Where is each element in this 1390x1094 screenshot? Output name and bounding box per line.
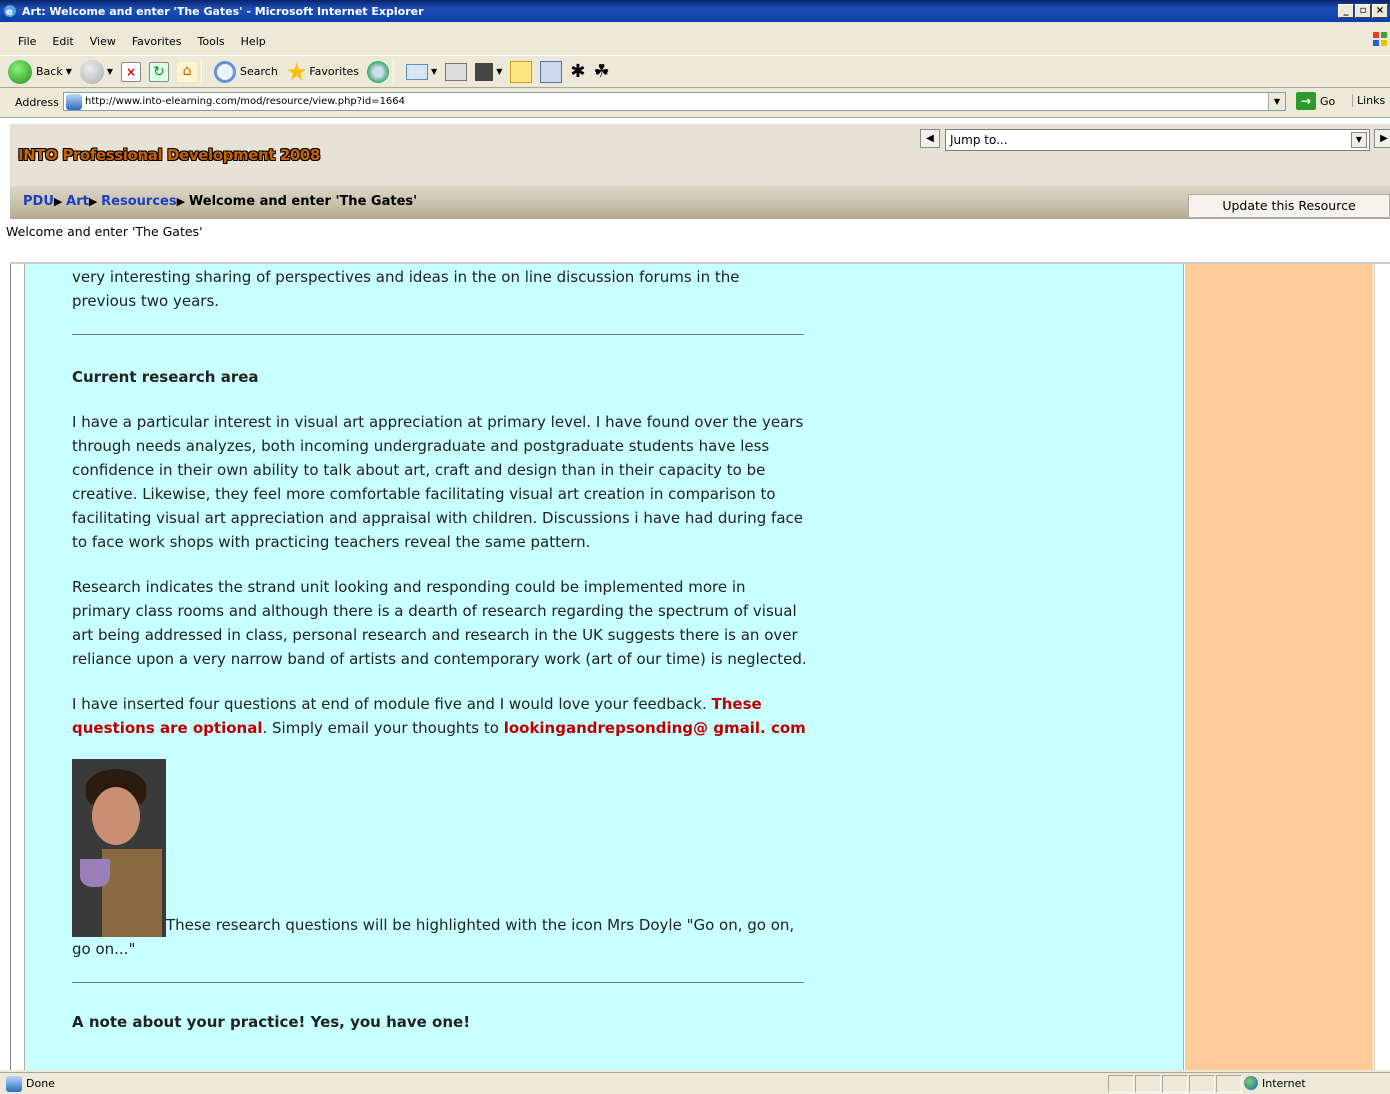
- search-button[interactable]: Search: [214, 60, 278, 83]
- paragraph-1: I have a particular interest in visual a…: [72, 413, 804, 551]
- breadcrumb-pdu[interactable]: PDU: [23, 194, 54, 209]
- jump-to-select[interactable]: Jump to... ▼: [945, 129, 1370, 151]
- breadcrumb-resources[interactable]: Resources: [101, 194, 176, 209]
- menu-file[interactable]: File: [0, 35, 44, 48]
- window-title: Art: Welcome and enter 'The Gates' - Mic…: [22, 4, 424, 18]
- back-button[interactable]: Back ▼: [8, 59, 72, 84]
- windows-flag-icon: [1372, 30, 1388, 48]
- messenger-icon[interactable]: ☘: [593, 61, 609, 82]
- content-area: very interesting sharing of perspectives…: [10, 264, 1390, 1070]
- page-icon: [66, 93, 82, 110]
- standard-toolbar: Back ▼ ▼ × ↻ ⌂ Search ★ Favorites ▼ ▼ ✱ …: [0, 55, 1390, 88]
- status-text: Done: [26, 1077, 55, 1090]
- forward-dropdown-icon[interactable]: ▼: [107, 67, 113, 76]
- favorites-star-icon: ★: [285, 57, 308, 86]
- security-zone: Internet: [1244, 1076, 1306, 1090]
- status-bar: Done Internet: [0, 1072, 1390, 1094]
- forward-arrow-icon: [79, 59, 104, 84]
- p3-mid: . Simply email your thoughts to: [262, 719, 504, 737]
- status-panels: [1108, 1075, 1243, 1093]
- title-bar: e Art: Welcome and enter 'The Gates' - M…: [0, 0, 1390, 22]
- menu-bar: File Edit View Favorites Tools Help: [0, 31, 274, 51]
- edit-icon[interactable]: [475, 62, 494, 81]
- links-button[interactable]: Links: [1352, 94, 1385, 107]
- breadcrumb-arrow-icon: ▶: [53, 195, 67, 208]
- edit-dropdown-icon[interactable]: ▼: [496, 67, 502, 76]
- navigation-bar: PDU▶ Art▶ Resources▶ Welcome and enter '…: [10, 186, 1390, 219]
- photo-paragraph: These research questions will be highlig…: [72, 759, 807, 961]
- menu-favorites[interactable]: Favorites: [124, 35, 190, 48]
- go-arrow-icon: →: [1296, 92, 1316, 110]
- photo-caption: These research questions will be highlig…: [72, 916, 795, 958]
- menu-view[interactable]: View: [82, 35, 124, 48]
- left-gutter: [10, 264, 25, 1070]
- cursor-tool-icon[interactable]: ✱: [570, 61, 585, 82]
- breadcrumb-current: Welcome and enter 'The Gates': [188, 194, 418, 209]
- page-viewport: INTO Professional Development 2008 ◀ Jum…: [0, 117, 1390, 1070]
- breadcrumb-arrow-icon: ▶: [176, 195, 189, 208]
- search-label: Search: [240, 65, 278, 78]
- mail-icon[interactable]: [406, 63, 429, 80]
- address-url[interactable]: http://www.into-elearning.com/mod/resour…: [85, 96, 405, 107]
- scrollbar[interactable]: [1374, 264, 1390, 1070]
- next-heading: A note about your practice! Yes, you hav…: [72, 1013, 471, 1031]
- zone-label: Internet: [1262, 1076, 1306, 1090]
- jump-dropdown-icon[interactable]: ▼: [1351, 132, 1367, 148]
- back-label: Back: [36, 65, 63, 78]
- ie-icon: e: [2, 3, 18, 19]
- horizontal-rule: [72, 982, 804, 983]
- paragraph-2: Research indicates the strand unit looki…: [72, 578, 807, 668]
- p3-text: I have inserted four questions at end of…: [72, 695, 712, 713]
- go-button[interactable]: → Go: [1296, 92, 1335, 110]
- section-heading: Current research area: [72, 368, 259, 386]
- resource-title: Welcome and enter 'The Gates': [6, 224, 203, 239]
- jump-previous-button[interactable]: ◀: [920, 129, 940, 148]
- email-link[interactable]: lookingandrepsonding@ gmail. com: [504, 719, 806, 737]
- stop-icon[interactable]: ×: [121, 61, 142, 82]
- research-icon[interactable]: [540, 60, 563, 83]
- go-label: Go: [1320, 94, 1336, 108]
- jump-next-button[interactable]: ▶: [1374, 129, 1390, 148]
- breadcrumb-art[interactable]: Art: [66, 194, 89, 209]
- article: very interesting sharing of perspectives…: [72, 264, 807, 1055]
- favorites-label: Favorites: [309, 65, 360, 78]
- jump-to-value: Jump to...: [950, 133, 1008, 147]
- note-icon[interactable]: [510, 60, 533, 83]
- favorites-button[interactable]: ★ Favorites: [285, 57, 360, 86]
- forward-button[interactable]: ▼: [79, 59, 113, 84]
- update-resource-button[interactable]: Update this Resource: [1188, 194, 1390, 218]
- back-dropdown-icon[interactable]: ▼: [66, 67, 72, 76]
- menu-help[interactable]: Help: [233, 35, 274, 48]
- internet-globe-icon: [1244, 1076, 1258, 1090]
- home-icon[interactable]: ⌂: [177, 61, 198, 82]
- svg-text:e: e: [6, 7, 13, 18]
- resource-frame: very interesting sharing of perspectives…: [25, 264, 1184, 1070]
- back-arrow-icon: [8, 59, 32, 84]
- paragraph-3: I have inserted four questions at end of…: [72, 692, 807, 740]
- breadcrumb-arrow-icon: ▶: [88, 195, 102, 208]
- menu-tools[interactable]: Tools: [190, 35, 233, 48]
- address-label: Address: [15, 95, 59, 109]
- intro-paragraph: very interesting sharing of perspectives…: [72, 268, 740, 310]
- search-icon: [214, 60, 237, 83]
- site-title: INTO Professional Development 2008: [18, 146, 320, 164]
- mail-dropdown-icon[interactable]: ▼: [431, 67, 437, 76]
- print-icon[interactable]: [445, 62, 468, 81]
- horizontal-rule: [72, 334, 804, 335]
- close-button[interactable]: ×: [1372, 4, 1388, 18]
- maximize-button[interactable]: ▫: [1355, 4, 1371, 18]
- address-dropdown-icon[interactable]: ▼: [1268, 93, 1285, 110]
- minimize-button[interactable]: _: [1338, 4, 1354, 18]
- address-bar: Address http://www.into-elearning.com/mo…: [0, 91, 1390, 113]
- breadcrumb: PDU▶ Art▶ Resources▶ Welcome and enter '…: [23, 194, 417, 209]
- right-sidebar: [1185, 264, 1373, 1070]
- site-header: INTO Professional Development 2008 ◀ Jum…: [10, 124, 1390, 186]
- page-done-icon: [6, 1075, 22, 1092]
- refresh-icon[interactable]: ↻: [149, 61, 170, 82]
- history-icon[interactable]: [367, 60, 390, 83]
- mrs-doyle-photo: [72, 759, 166, 937]
- menu-edit[interactable]: Edit: [44, 35, 81, 48]
- address-input[interactable]: http://www.into-elearning.com/mod/resour…: [63, 92, 1286, 111]
